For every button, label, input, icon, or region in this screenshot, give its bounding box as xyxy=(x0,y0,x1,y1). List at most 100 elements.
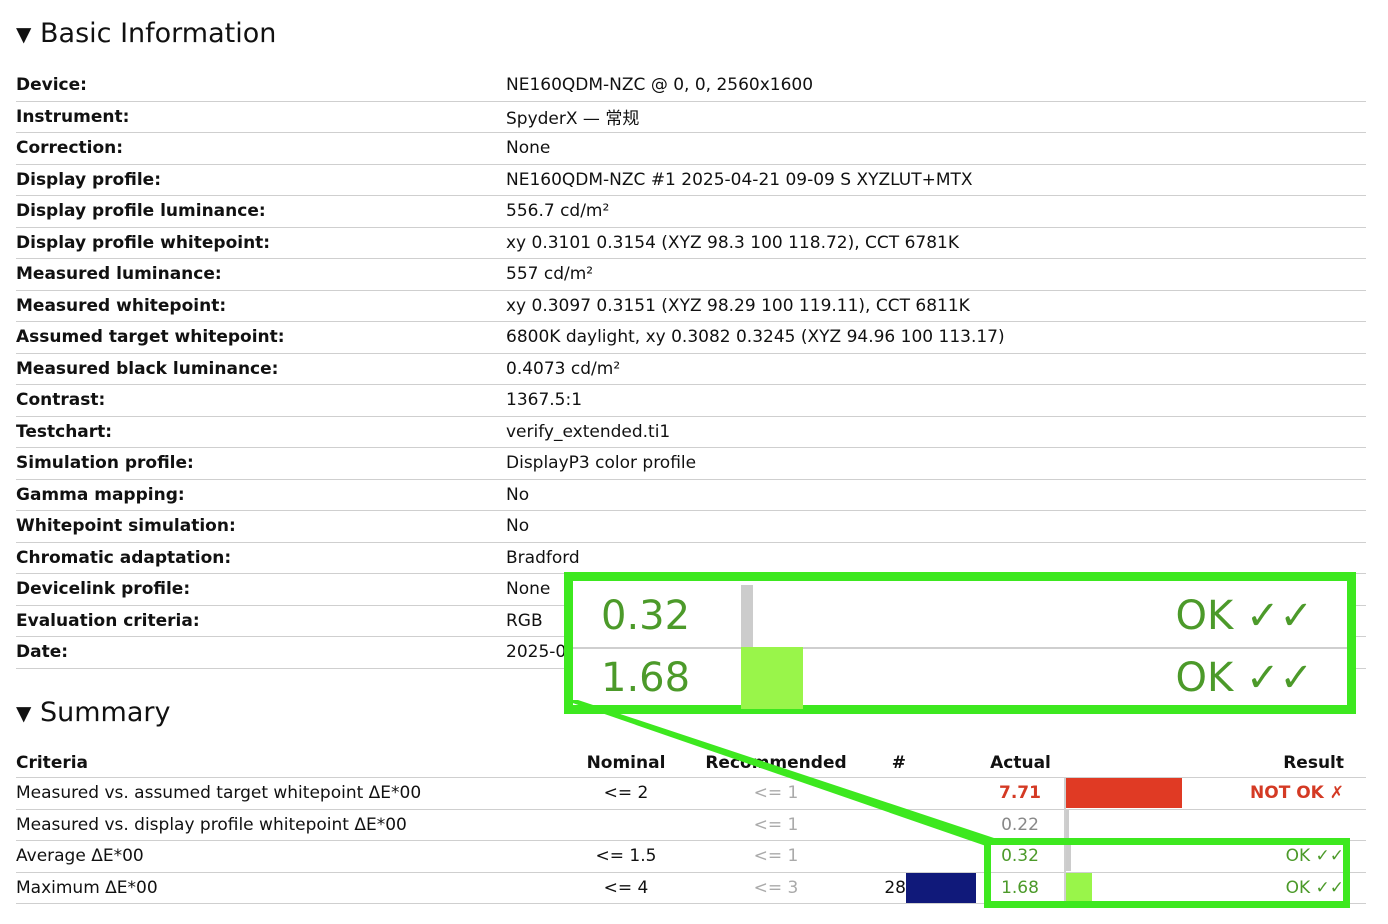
highlight-box xyxy=(984,838,1350,908)
info-row: Whitepoint simulation: No xyxy=(16,510,1366,543)
result-cell: NOT OK ✗ xyxy=(1186,777,1366,810)
result-header: Result xyxy=(1186,748,1366,778)
count-cell xyxy=(856,809,906,841)
info-row: Display profile whitepoint: xy 0.3101 0.3… xyxy=(16,227,1366,259)
zoom-actual-value: 0.32 xyxy=(601,593,691,639)
info-key: Device: xyxy=(16,70,506,102)
collapse-triangle-icon[interactable]: ▼ xyxy=(16,701,36,725)
info-value: NE160QDM-NZC #1 2025-04-21 09-09 S XYZLU… xyxy=(506,164,1366,196)
summary-title: Summary xyxy=(40,697,171,728)
info-key: Simulation profile: xyxy=(16,447,506,480)
info-key: Date: xyxy=(16,636,506,669)
info-key: Measured black luminance: xyxy=(16,353,506,385)
info-key: Devicelink profile: xyxy=(16,573,506,606)
nominal-cell xyxy=(556,809,696,841)
criteria-cell: Measured vs. display profile whitepoint … xyxy=(16,809,556,841)
count-bar-cell xyxy=(906,840,976,873)
info-row: Display profile: NE160QDM-NZC #1 2025-04-… xyxy=(16,164,1366,196)
info-key: Correction: xyxy=(16,132,506,165)
info-key: Display profile luminance: xyxy=(16,195,506,228)
info-row: Simulation profile: DisplayP3 color profi… xyxy=(16,447,1366,480)
info-row: Measured whitepoint: xy 0.3097 0.3151 (XY… xyxy=(16,290,1366,322)
nominal-cell: <= 1.5 xyxy=(556,840,696,873)
nominal-header: Nominal xyxy=(556,748,696,778)
info-value: 6800K daylight, xy 0.3082 0.3245 (XYZ 94… xyxy=(506,321,1366,354)
basic-information-title: Basic Information xyxy=(40,18,277,49)
info-row: Gamma mapping: No xyxy=(16,479,1366,511)
info-row: Assumed target whitepoint: 6800K daylight… xyxy=(16,321,1366,354)
count-bar xyxy=(906,872,976,903)
delta-bar xyxy=(1066,809,1069,840)
info-key: Contrast: xyxy=(16,384,506,417)
info-value: 557 cd/m² xyxy=(506,258,1366,291)
info-value: 0.4073 cd/m² xyxy=(506,353,1366,385)
zoom-row: 0.32 OK ✓✓ xyxy=(573,585,1347,649)
actual-bar-header xyxy=(1065,748,1186,778)
info-key: Measured luminance: xyxy=(16,258,506,291)
recommended-header: Recommended xyxy=(696,748,856,778)
info-value: SpyderX — 常规 xyxy=(506,101,1366,133)
info-row: Display profile luminance: 556.7 cd/m² xyxy=(16,195,1366,228)
actual-bar-cell xyxy=(1064,809,1186,841)
summary-row: Measured vs. assumed target whitepoint Δ… xyxy=(16,777,1366,810)
actual-cell: 7.71 xyxy=(976,777,1065,810)
nominal-cell: <= 4 xyxy=(556,872,696,904)
info-value: DisplayP3 color profile xyxy=(506,447,1366,480)
info-value: xy 0.3101 0.3154 (XYZ 98.3 100 118.72), … xyxy=(506,227,1366,259)
info-key: Measured whitepoint: xyxy=(16,290,506,322)
info-value: None xyxy=(506,132,1366,165)
summary-header-row: Criteria Nominal Recommended # Actual Re… xyxy=(16,748,1366,778)
info-key: Testchart: xyxy=(16,416,506,448)
count-bar-header xyxy=(906,748,976,778)
recommended-cell: <= 1 xyxy=(696,777,856,810)
delta-bar xyxy=(1066,778,1182,809)
zoom-result: OK ✓✓ xyxy=(1175,593,1313,639)
info-value: No xyxy=(506,510,1366,543)
criteria-cell: Measured vs. assumed target whitepoint Δ… xyxy=(16,777,556,810)
info-key: Assumed target whitepoint: xyxy=(16,321,506,354)
nominal-cell: <= 2 xyxy=(556,777,696,810)
count-bar-cell xyxy=(906,872,976,904)
info-key: Evaluation criteria: xyxy=(16,605,506,637)
info-row: Testchart: verify_extended.ti1 xyxy=(16,416,1366,448)
recommended-cell: <= 3 xyxy=(696,872,856,904)
recommended-cell: <= 1 xyxy=(696,809,856,841)
zoom-actual-value: 1.68 xyxy=(601,655,691,701)
info-row: Instrument: SpyderX — 常规 xyxy=(16,101,1366,133)
count-bar-cell xyxy=(906,809,976,841)
criteria-cell: Maximum ΔE*00 xyxy=(16,872,556,904)
collapse-triangle-icon[interactable]: ▼ xyxy=(16,22,36,46)
count-bar-cell xyxy=(906,777,976,810)
info-row: Measured black luminance: 0.4073 cd/m² xyxy=(16,353,1366,385)
recommended-cell: <= 1 xyxy=(696,840,856,873)
zoom-result: OK ✓✓ xyxy=(1175,655,1313,701)
info-key: Whitepoint simulation: xyxy=(16,510,506,543)
info-value: No xyxy=(506,479,1366,511)
info-value: xy 0.3097 0.3151 (XYZ 98.29 100 119.11),… xyxy=(506,290,1366,322)
info-row: Correction: None xyxy=(16,132,1366,165)
summary-heading[interactable]: ▼ Summary xyxy=(16,697,170,728)
info-value: 1367.5:1 xyxy=(506,384,1366,417)
actual-cell: 0.22 xyxy=(976,809,1065,841)
summary-row: Measured vs. display profile whitepoint … xyxy=(16,809,1366,841)
zoom-inset: 0.32 OK ✓✓ 1.68 OK ✓✓ xyxy=(564,572,1356,714)
count-cell: 28 xyxy=(856,872,906,904)
zoom-delta-bar xyxy=(741,585,753,647)
info-value: 556.7 cd/m² xyxy=(506,195,1366,228)
count-header: # xyxy=(856,748,906,778)
actual-header: Actual xyxy=(976,748,1065,778)
count-cell xyxy=(856,840,906,873)
zoom-row: 1.68 OK ✓✓ xyxy=(573,647,1347,709)
result-cell xyxy=(1186,809,1366,841)
criteria-cell: Average ΔE*00 xyxy=(16,840,556,873)
info-key: Chromatic adaptation: xyxy=(16,542,506,574)
info-key: Gamma mapping: xyxy=(16,479,506,511)
actual-bar-cell xyxy=(1064,777,1186,810)
info-row: Device: NE160QDM-NZC @ 0, 0, 2560x1600 xyxy=(16,70,1366,102)
info-row: Chromatic adaptation: Bradford xyxy=(16,542,1366,574)
info-value: Bradford xyxy=(506,542,1366,574)
info-key: Instrument: xyxy=(16,101,506,133)
count-cell xyxy=(856,777,906,810)
info-key: Display profile: xyxy=(16,164,506,196)
basic-information-heading[interactable]: ▼ Basic Information xyxy=(16,18,276,49)
